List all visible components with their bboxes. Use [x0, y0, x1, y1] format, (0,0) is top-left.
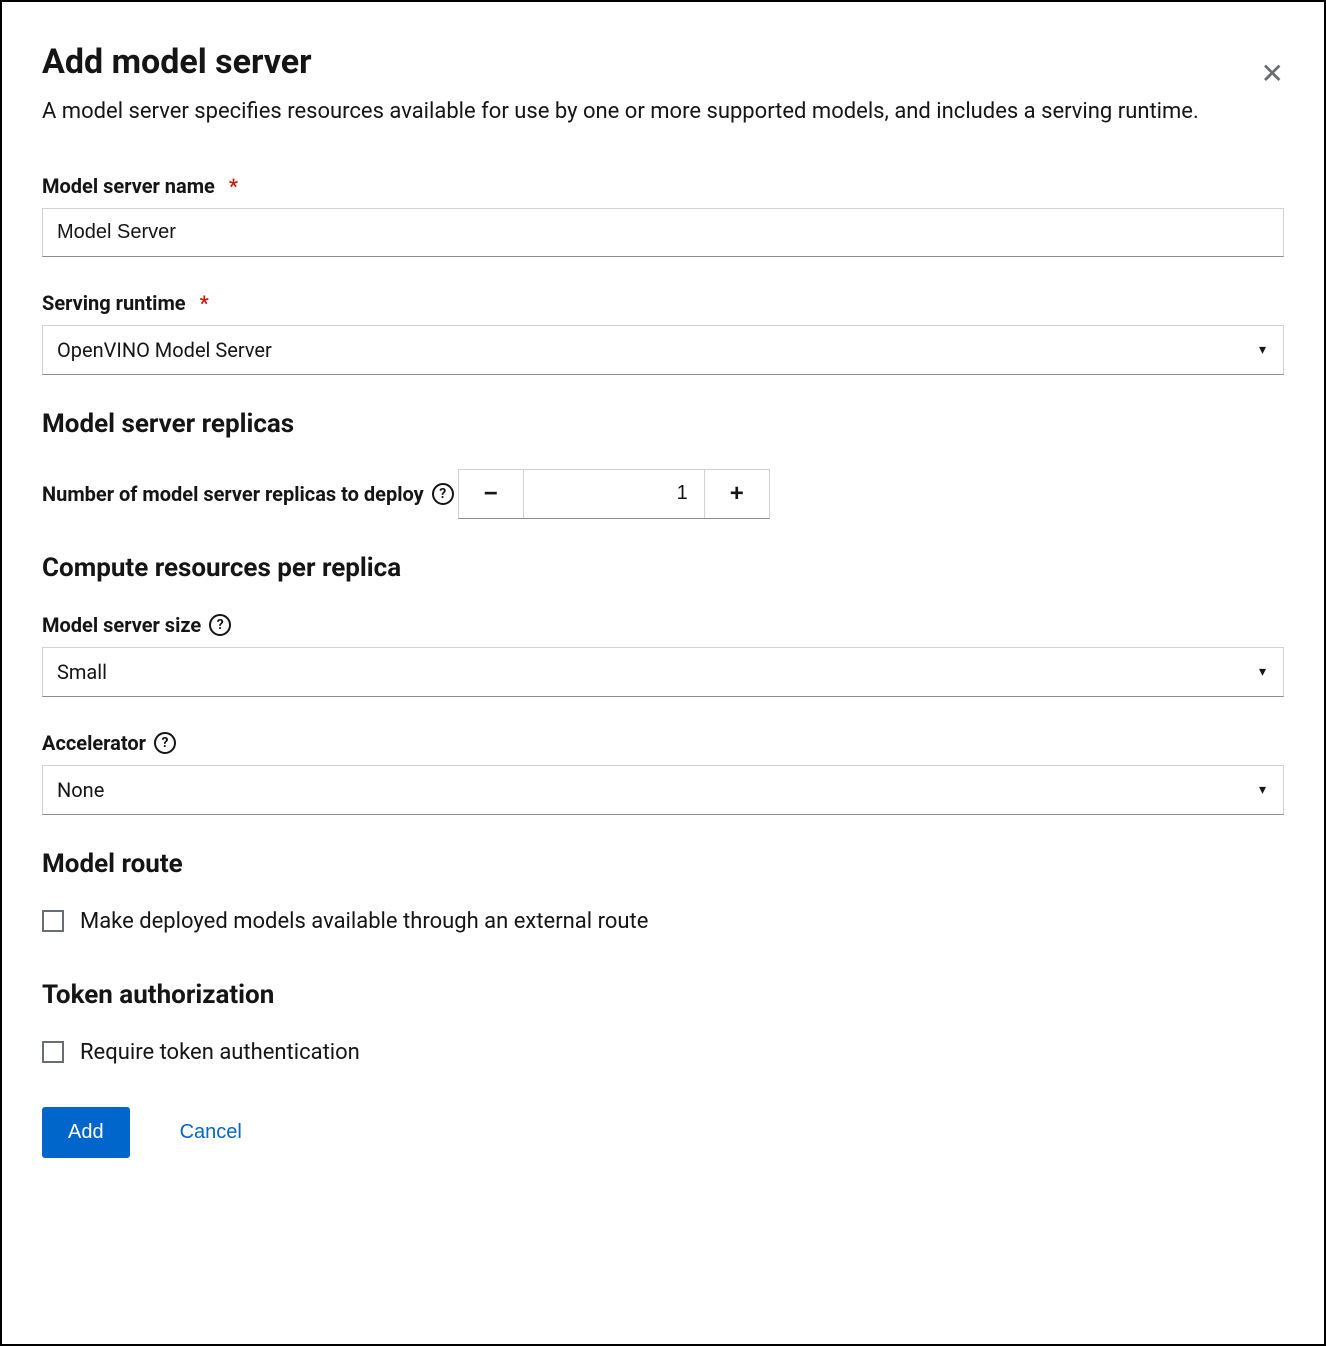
- accelerator-value: None: [42, 765, 1284, 815]
- external-route-row: Make deployed models available through a…: [42, 909, 1284, 934]
- minus-icon: −: [484, 480, 498, 508]
- add-model-server-modal: ✕ Add model server A model server specif…: [0, 0, 1326, 1346]
- size-label: Model server size: [42, 613, 201, 637]
- token-auth-row: Require token authentication: [42, 1040, 1284, 1065]
- increment-button[interactable]: +: [704, 470, 769, 518]
- model-server-size-select[interactable]: Small ▾: [42, 647, 1284, 697]
- modal-description: A model server specifies resources avail…: [42, 96, 1202, 128]
- field-group-replicas: Number of model server replicas to deplo…: [42, 469, 1284, 519]
- route-section-title: Model route: [42, 849, 1284, 879]
- modal-actions: Add Cancel: [42, 1107, 1284, 1158]
- runtime-label: Serving runtime: [42, 291, 186, 315]
- required-marker: *: [229, 174, 238, 198]
- token-auth-checkbox[interactable]: [42, 1041, 64, 1063]
- external-route-checkbox[interactable]: [42, 910, 64, 932]
- serving-runtime-select[interactable]: OpenVINO Model Server ▾: [42, 325, 1284, 375]
- field-group-size: Model server size ? Small ▾: [42, 613, 1284, 697]
- auth-section-title: Token authorization: [42, 980, 1284, 1010]
- field-group-accelerator: Accelerator ? None ▾: [42, 731, 1284, 815]
- close-button[interactable]: ✕: [1261, 60, 1284, 88]
- help-icon[interactable]: ?: [432, 483, 454, 505]
- accelerator-select[interactable]: None ▾: [42, 765, 1284, 815]
- name-label: Model server name: [42, 174, 215, 198]
- required-marker: *: [200, 291, 209, 315]
- field-group-name: Model server name *: [42, 174, 1284, 257]
- accelerator-label: Accelerator: [42, 731, 146, 755]
- model-server-name-input[interactable]: [42, 208, 1284, 257]
- name-label-row: Model server name *: [42, 174, 238, 198]
- field-group-runtime: Serving runtime * OpenVINO Model Server …: [42, 291, 1284, 375]
- close-icon: ✕: [1261, 58, 1284, 89]
- cancel-button[interactable]: Cancel: [180, 1121, 242, 1144]
- help-icon[interactable]: ?: [209, 614, 231, 636]
- token-auth-label[interactable]: Require token authentication: [80, 1040, 360, 1065]
- model-server-size-value: Small: [42, 647, 1284, 697]
- compute-section-title: Compute resources per replica: [42, 553, 1284, 583]
- replicas-section-title: Model server replicas: [42, 409, 1284, 439]
- help-icon[interactable]: ?: [154, 732, 176, 754]
- decrement-button[interactable]: −: [459, 470, 524, 518]
- accelerator-label-row: Accelerator ?: [42, 731, 176, 755]
- replicas-count-input[interactable]: [524, 470, 704, 518]
- add-button[interactable]: Add: [42, 1107, 130, 1158]
- replicas-label-row: Number of model server replicas to deplo…: [42, 482, 454, 506]
- runtime-label-row: Serving runtime *: [42, 291, 209, 315]
- external-route-label[interactable]: Make deployed models available through a…: [80, 909, 648, 934]
- modal-title: Add model server: [42, 42, 1284, 82]
- size-label-row: Model server size ?: [42, 613, 231, 637]
- plus-icon: +: [730, 480, 744, 508]
- serving-runtime-value: OpenVINO Model Server: [42, 325, 1284, 375]
- replicas-stepper: − +: [458, 469, 770, 519]
- replicas-count-label: Number of model server replicas to deplo…: [42, 482, 424, 506]
